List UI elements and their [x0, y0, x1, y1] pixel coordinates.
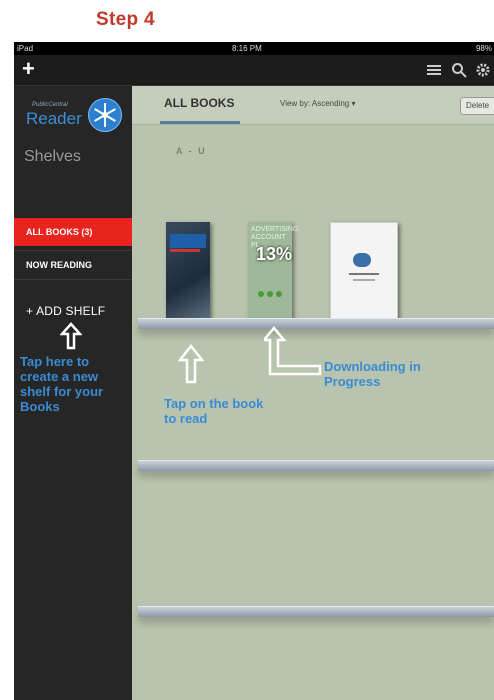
- bookshelf: [138, 460, 494, 471]
- bookshelf: [138, 606, 494, 617]
- logo-title: Reader: [26, 109, 82, 128]
- top-toolbar: +: [14, 55, 494, 86]
- up-arrow-icon: [178, 344, 204, 384]
- delete-label: Delete: [466, 101, 490, 110]
- shelf-section-label: A - U: [176, 146, 207, 156]
- ipad-screen: iPad 8:16 PM 98% + PublicCentral Reader: [14, 42, 494, 700]
- tap-book-annotation: Tap on the book to read: [164, 396, 264, 426]
- sidebar-item-label: ALL BOOKS (3): [26, 227, 93, 237]
- l-arrow-icon: [264, 326, 322, 376]
- main-header: ALL BOOKS View by: Ascending ▾ Delete: [132, 86, 494, 125]
- main-panel: ALL BOOKS View by: Ascending ▾ Delete A …: [132, 86, 494, 700]
- logo-small-text: PublicCentral: [32, 102, 68, 108]
- tab-all-books[interactable]: ALL BOOKS: [164, 96, 234, 110]
- delete-button[interactable]: Delete: [460, 97, 494, 115]
- downloading-annotation: Downloading in Progress: [324, 359, 421, 389]
- cover-line: [349, 273, 379, 275]
- add-shelf-button[interactable]: + ADD SHELF: [26, 304, 105, 318]
- cover-stripe: [170, 249, 200, 252]
- view-by-dropdown[interactable]: View by: Ascending ▾: [280, 99, 355, 108]
- app-logo: PublicCentral Reader: [22, 98, 122, 134]
- publisher-logo: [353, 253, 371, 267]
- sidebar-item-label: NOW READING: [26, 260, 92, 270]
- status-bar: iPad 8:16 PM 98%: [14, 42, 494, 55]
- shelves-heading: Shelves: [24, 148, 81, 165]
- snowflake-icon: [88, 98, 122, 132]
- plus-icon[interactable]: +: [22, 58, 35, 80]
- sidebar-item-now-reading[interactable]: NOW READING: [14, 250, 132, 280]
- device-label: iPad: [17, 44, 34, 53]
- tab-underline: [160, 121, 240, 124]
- step-title: Step 4: [96, 9, 155, 30]
- cover-band: [170, 234, 206, 248]
- sidebar-item-all-books[interactable]: ALL BOOKS (3): [14, 218, 132, 246]
- download-progress: 13%: [256, 244, 293, 264]
- cover-line: [353, 279, 375, 281]
- gear-icon[interactable]: [475, 62, 491, 78]
- book-cover[interactable]: [166, 222, 210, 320]
- list-icon[interactable]: [426, 62, 442, 78]
- clock: 8:16 PM: [232, 44, 262, 53]
- book-cover-downloading[interactable]: ADVERTISING ACCOUNT PL 13%: [248, 222, 298, 320]
- sidebar: PublicCentral Reader Shelves ALL BOOKS (…: [14, 86, 132, 700]
- search-icon[interactable]: [451, 62, 467, 78]
- cover-dots: [258, 284, 285, 302]
- add-shelf-annotation: Tap here to create a new shelf for your …: [20, 354, 104, 414]
- book-cover[interactable]: [330, 222, 398, 320]
- up-arrow-icon: [60, 322, 82, 350]
- battery-level: 98%: [475, 44, 492, 53]
